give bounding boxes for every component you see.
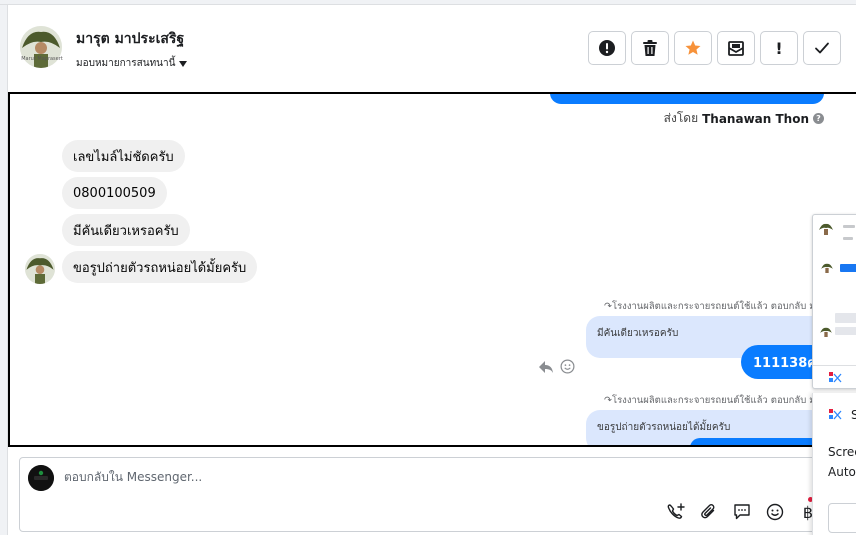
delete-button[interactable] xyxy=(631,31,669,65)
help-icon[interactable]: ? xyxy=(813,113,824,124)
check-icon xyxy=(815,42,829,54)
reply-composer: ฿ xyxy=(19,457,819,532)
attachment-icon[interactable] xyxy=(698,501,720,523)
inbox-page: Marut Maprasert มารุต มาประเสริฐ มอบหมาย… xyxy=(0,0,856,535)
popup-button[interactable] xyxy=(828,503,856,533)
contact-avatar-small[interactable] xyxy=(25,254,55,284)
contact-name[interactable]: มารุต มาประเสริฐ xyxy=(76,28,184,50)
reply-arrow-icon: ↷ xyxy=(604,301,612,312)
message-thread[interactable]: ส่งโดย Thanawan Thon ? เลขไมล์ไม่ชัดครับ… xyxy=(8,92,856,447)
exclamation-icon: ! xyxy=(775,38,783,58)
screenshot-thumbnail[interactable] xyxy=(812,214,856,389)
sent-by-prefix: ส่งโดย xyxy=(663,111,699,125)
saved-reply-icon[interactable] xyxy=(731,501,753,523)
mark-done-button[interactable] xyxy=(803,31,841,65)
reply-context-label: ↷โรงงานผลิตและกระจายรถยนต์ใช้แล้ว ตอบกลั… xyxy=(604,301,816,312)
envelope-icon xyxy=(728,41,744,56)
popup-subtitle: Auto xyxy=(828,465,856,479)
incoming-message-bubble[interactable]: ขอรูปถ่ายตัวรถหน่อยได้มั้ยครับ xyxy=(62,251,258,283)
outgoing-message-bubble[interactable] xyxy=(690,438,830,445)
star-button[interactable] xyxy=(674,31,712,65)
reply-input[interactable] xyxy=(64,470,664,484)
reply-context-label: ↷โรงงานผลิตและกระจายรถยนต์ใช้แล้ว ตอบกลั… xyxy=(604,395,816,406)
message-actions xyxy=(538,359,575,374)
trash-icon xyxy=(643,40,657,56)
outgoing-message-bubble[interactable] xyxy=(550,94,824,104)
assign-conversation-dropdown[interactable]: มอบหมายการสนทนานี้ xyxy=(76,56,188,71)
sent-by-name: Thanawan Thon xyxy=(702,111,809,126)
popup-title: Scree xyxy=(828,445,856,459)
alert-circle-icon xyxy=(599,40,615,56)
reply-icon[interactable] xyxy=(538,360,554,374)
report-spam-button[interactable] xyxy=(588,31,626,65)
snipping-tool-popup[interactable]: S Scree Auto xyxy=(812,393,856,535)
react-emoji-icon[interactable] xyxy=(560,359,575,374)
incoming-message-bubble[interactable]: 0800100509 xyxy=(62,177,167,209)
avatar-caption: Marut Maprasert xyxy=(21,56,63,62)
add-contact-icon[interactable] xyxy=(665,501,687,523)
assign-label: มอบหมายการสนทนานี้ xyxy=(76,58,176,69)
composer-toolbar: ฿ xyxy=(665,501,819,523)
left-gutter xyxy=(0,5,8,535)
follow-up-button[interactable]: ! xyxy=(760,31,798,65)
action-bar: ! xyxy=(588,31,841,65)
top-edge xyxy=(0,0,856,5)
snipping-tool-icon xyxy=(829,409,842,420)
incoming-message-bubble[interactable]: มีคันเดียวเหรอครับ xyxy=(62,214,190,246)
move-to-inbox-button[interactable] xyxy=(717,31,755,65)
popup-app-name: S xyxy=(851,408,856,422)
sent-by-label: ส่งโดย Thanawan Thon ? xyxy=(664,109,824,128)
star-icon xyxy=(685,40,701,55)
reply-arrow-icon: ↷ xyxy=(604,395,612,406)
scissors-icon xyxy=(829,372,842,383)
conversation-header: Marut Maprasert มารุต มาประเสริฐ มอบหมาย… xyxy=(9,6,856,90)
incoming-message-bubble[interactable]: เลขไมล์ไม่ชัดครับ xyxy=(62,140,185,172)
page-avatar xyxy=(28,465,54,491)
emoji-icon[interactable] xyxy=(764,501,786,523)
caret-down-icon xyxy=(179,60,188,67)
